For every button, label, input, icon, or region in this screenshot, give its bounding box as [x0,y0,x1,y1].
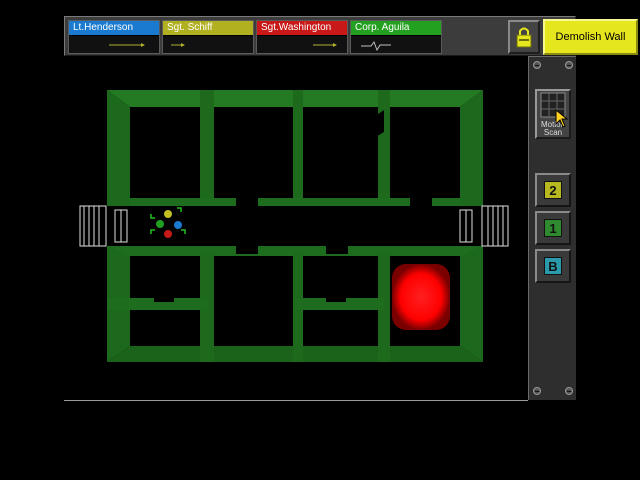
motion-scan-button[interactable]: Motion Scan [535,89,571,139]
heartbeat-icon [361,40,391,52]
demolish-wall-button[interactable]: Demolish Wall [543,19,638,55]
screw-icon [533,61,541,69]
viewport-divider [64,400,528,401]
fire-hazard [392,264,450,330]
squad-member-name: Corp. Aguila [351,21,441,36]
soldier-washington[interactable] [164,230,172,238]
mouse-cursor-icon [555,109,569,128]
building-map[interactable] [0,56,528,400]
floor-label: B [544,257,562,275]
screw-icon [565,387,573,395]
side-panel: Motion Scan 2 1 B [528,56,576,400]
squad-member-status [351,36,441,54]
squad-member-status [257,36,347,54]
squad-member-status [163,36,253,54]
screw-icon [565,61,573,69]
squad-member-name: Sgt.Washington [257,21,347,36]
squad-member-name: Lt.Henderson [69,21,159,36]
squad-member-schiff[interactable]: Sgt. Schiff [162,20,254,54]
floor-label: 1 [544,219,562,237]
soldier-aguila[interactable] [156,220,164,228]
floor-2-button[interactable]: 2 [535,173,571,207]
arrow-icon [171,43,185,47]
floor-1-button[interactable]: 1 [535,211,571,245]
soldier-henderson[interactable] [174,221,182,229]
lock-button[interactable] [508,20,540,54]
floor-basement-button[interactable]: B [535,249,571,283]
screw-icon [533,387,541,395]
squad-member-aguila[interactable]: Corp. Aguila [350,20,442,54]
squad-bar: Lt.Henderson Sgt. Schiff Sgt.Washington … [64,16,638,56]
squad-member-washington[interactable]: Sgt.Washington [256,20,348,54]
padlock-icon [516,27,532,48]
arrow-icon [313,43,337,47]
squad-member-status [69,36,159,54]
motion-label-line2: Scan [543,128,563,137]
floor-label: 2 [544,181,562,199]
arrow-icon [109,43,145,47]
squad-member-henderson[interactable]: Lt.Henderson [68,20,160,54]
soldier-schiff[interactable] [164,210,172,218]
squad-member-name: Sgt. Schiff [163,21,253,36]
